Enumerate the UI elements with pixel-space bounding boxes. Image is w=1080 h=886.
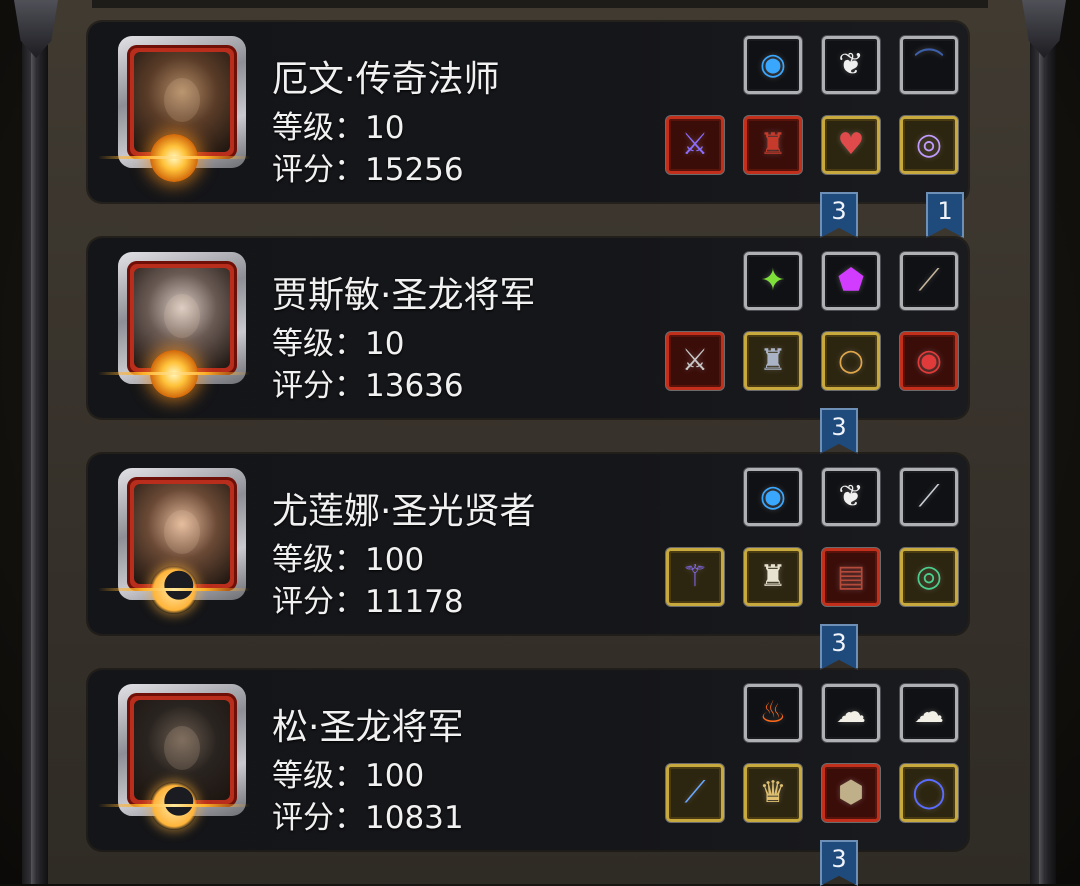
- score-label: 评分：: [272, 584, 365, 620]
- level-label: 等级：: [272, 110, 365, 146]
- equipment-slot[interactable]: ♥: [822, 116, 880, 174]
- score-label: 评分：: [272, 800, 365, 836]
- equipment-slot[interactable]: ⌒: [900, 36, 958, 94]
- bracelet-icon: ◯: [912, 775, 946, 810]
- hero-score: 评分：10831: [272, 792, 464, 837]
- wing-icon: ❦: [838, 479, 864, 514]
- amulet-icon: ♥: [837, 127, 865, 162]
- hero-score: 评分：13636: [272, 360, 464, 405]
- hero-name: 尤莲娜·圣光贤者: [272, 491, 536, 532]
- sun-emblem-icon: [98, 134, 250, 182]
- equipment-slot[interactable]: ◎: [900, 548, 958, 606]
- equipment-slot[interactable]: ▤: [822, 548, 880, 606]
- equipment-slot[interactable]: ❦: [822, 468, 880, 526]
- level-value: 100: [365, 758, 425, 794]
- equipment-slot[interactable]: ⟋: [666, 764, 724, 822]
- ring-icon: ○: [837, 343, 865, 378]
- moon-emblem-icon: [98, 782, 250, 830]
- tome-icon: ▤: [836, 559, 866, 594]
- hero-card[interactable]: 尤莲娜·圣光贤者 等级：100 评分：11178 ◉ ❦ ⟋ ⚚ ♜ ▤ ◎: [88, 454, 968, 634]
- flame-icon: ♨: [759, 695, 787, 730]
- level-label: 等级：: [272, 542, 365, 578]
- purple-gem-icon: ⬟: [837, 263, 865, 298]
- equipment-slot[interactable]: ⟋: [900, 468, 958, 526]
- armor-icon: ♜: [759, 343, 787, 378]
- moon-emblem-icon: [98, 566, 250, 614]
- hero-name: 贾斯敏·圣龙将军: [272, 275, 536, 316]
- equipment-slot[interactable]: ◉: [744, 36, 802, 94]
- score-label: 评分：: [272, 368, 365, 404]
- equipment-slot[interactable]: ♨: [744, 684, 802, 742]
- equipment-slot[interactable]: ♜: [744, 548, 802, 606]
- eye-ring-icon: ◎: [915, 127, 943, 162]
- sword-icon: ⚔: [681, 343, 709, 378]
- equipment-slot[interactable]: ◉: [900, 332, 958, 390]
- level-value: 100: [365, 542, 425, 578]
- orb-icon: ◉: [759, 47, 787, 82]
- fur-icon: ☁: [914, 695, 944, 730]
- dagger-icon: ⟋: [918, 479, 940, 514]
- cloak-icon: ♜: [759, 127, 787, 162]
- equipment-slot[interactable]: ⟋: [900, 252, 958, 310]
- level-value: 10: [365, 110, 405, 146]
- staff-icon: ⚚: [681, 559, 709, 594]
- hero-name: 厄文·传奇法师: [272, 59, 500, 100]
- wing-icon: ❦: [838, 47, 864, 82]
- hero-card[interactable]: 贾斯敏·圣龙将军 等级：10 评分：13636 ✦ ⬟ ⟋ ⚔ ♜ ○ ◉: [88, 238, 968, 418]
- equipment-slot[interactable]: ♜: [744, 332, 802, 390]
- score-value: 10831: [365, 800, 464, 836]
- bow-icon: ⌒: [914, 47, 944, 82]
- hero-card[interactable]: 松·圣龙将军 等级：100 评分：10831 ♨ ☁ ☁ ⟋ ♛ ⬢ ◯: [88, 670, 968, 850]
- shield-icon: ⬢: [837, 775, 865, 810]
- sun-emblem-icon: [98, 350, 250, 398]
- score-value: 11178: [365, 584, 464, 620]
- stick-icon: ⟋: [918, 263, 940, 298]
- score-value: 13636: [365, 368, 464, 404]
- red-ring-icon: ◉: [915, 343, 943, 378]
- necklace-icon: ◎: [915, 559, 943, 594]
- spear-icon: ⟋: [684, 775, 706, 810]
- hero-score: 评分：15256: [272, 144, 464, 189]
- green-crystal-icon: ✦: [760, 263, 786, 298]
- hero-score: 评分：11178: [272, 576, 464, 621]
- equipment-slot[interactable]: ◎: [900, 116, 958, 174]
- equipment-slot[interactable]: ⚔: [666, 116, 724, 174]
- helmet-icon: ♛: [759, 775, 787, 810]
- equipment-slot[interactable]: ☁: [900, 684, 958, 742]
- frame-left: [22, 0, 48, 884]
- equipment-slot[interactable]: ♛: [744, 764, 802, 822]
- frame-right: [1030, 0, 1056, 884]
- staff-icon: ⚔: [681, 127, 709, 162]
- panel-top-edge: [92, 0, 988, 8]
- score-label: 评分：: [272, 152, 365, 188]
- robe-icon: ♜: [759, 559, 787, 594]
- level-label: 等级：: [272, 326, 365, 362]
- equipment-slot[interactable]: ❦: [822, 36, 880, 94]
- equipment-slot[interactable]: ○: [822, 332, 880, 390]
- level-label: 等级：: [272, 758, 365, 794]
- score-value: 15256: [365, 152, 464, 188]
- hero-level: 等级：100: [272, 534, 424, 579]
- equipment-slot[interactable]: ⬟: [822, 252, 880, 310]
- level-value: 10: [365, 326, 405, 362]
- orb-icon: ◉: [759, 479, 787, 514]
- equipment-slot[interactable]: ◯: [900, 764, 958, 822]
- hero-level: 等级：10: [272, 102, 404, 147]
- equipment-slot[interactable]: ⬢: [822, 764, 880, 822]
- equipment-slot[interactable]: ◉: [744, 468, 802, 526]
- equipment-slot[interactable]: ☁: [822, 684, 880, 742]
- fur-icon: ☁: [836, 695, 866, 730]
- equipment-slot[interactable]: ✦: [744, 252, 802, 310]
- hero-card[interactable]: 厄文·传奇法师 等级：10 评分：15256 ◉ ❦ ⌒ ⚔ ♜ ♥ ◎: [88, 22, 968, 202]
- hero-level: 等级：100: [272, 750, 424, 795]
- equipment-slot[interactable]: ⚔: [666, 332, 724, 390]
- equipment-slot[interactable]: ⚚: [666, 548, 724, 606]
- hero-level: 等级：10: [272, 318, 404, 363]
- equipment-slot[interactable]: ♜: [744, 116, 802, 174]
- hero-name: 松·圣龙将军: [272, 707, 464, 748]
